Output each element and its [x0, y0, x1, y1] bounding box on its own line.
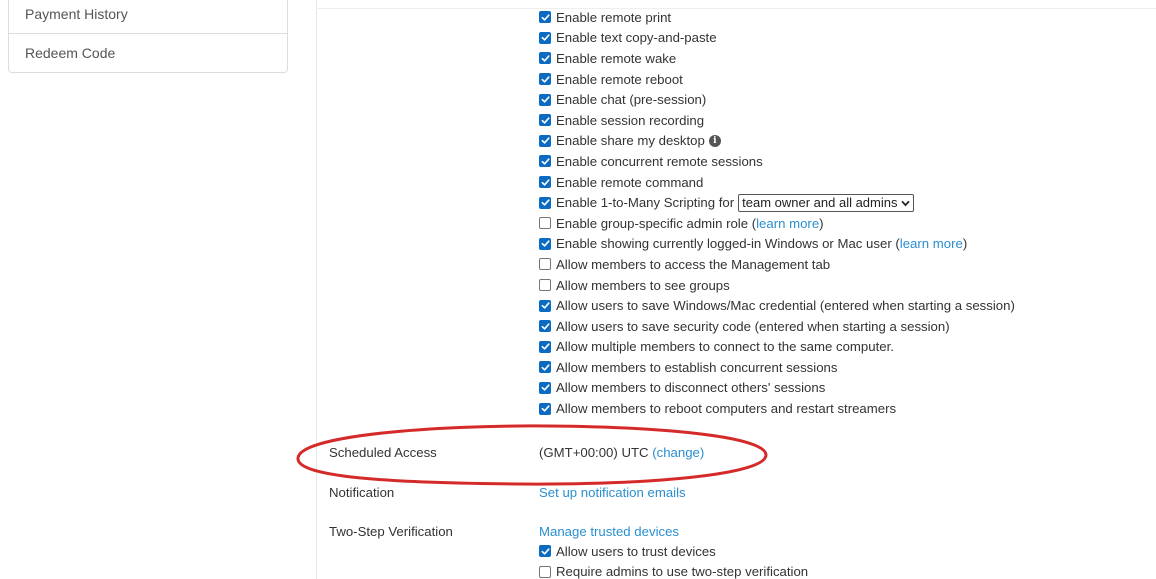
option-label: Enable concurrent remote sessions: [556, 153, 763, 169]
option-checkbox[interactable]: [539, 299, 551, 312]
scheduled-access-label: Scheduled Access: [329, 445, 437, 460]
option-label: Require admins to use two-step verificat…: [556, 564, 809, 579]
option-allow-members-to-reboot-computers-and-restart-st: Allow members to reboot computers and re…: [539, 398, 1015, 419]
option-allow-users-to-save-security-code-entered-when-s: Allow users to save security code (enter…: [539, 316, 1015, 337]
paren-open: (: [748, 215, 757, 231]
content-divider: [316, 0, 317, 579]
option-allow-users-to-trust-devices: Allow users to trust devices: [539, 541, 808, 562]
option-label: Allow members to reboot computers and re…: [556, 401, 897, 417]
option-checkbox[interactable]: [539, 237, 551, 250]
option-enable-chat-pre-session: Enable chat (pre-session): [539, 89, 1015, 110]
option-label: Enable remote wake: [556, 50, 677, 66]
option-enable-remote-wake: Enable remote wake: [539, 48, 1015, 69]
option-enable-session-recording: Enable session recording: [539, 110, 1015, 131]
option-checkbox[interactable]: [539, 73, 551, 86]
option-checkbox[interactable]: [539, 114, 551, 127]
option-checkbox[interactable]: [539, 258, 551, 271]
two-step-options-list: Allow users to trust devices Require admi…: [539, 541, 808, 579]
option-checkbox[interactable]: [539, 52, 551, 65]
option-label: Enable text copy-and-paste: [556, 30, 717, 46]
option-checkbox[interactable]: [539, 31, 551, 44]
option-enable-showing-currently-logged-in-windows-or-ma: Enable showing currently logged-in Windo…: [539, 234, 1015, 255]
paren-close: ): [819, 215, 824, 231]
option-label: Allow members to establish concurrent se…: [556, 359, 838, 375]
sidebar-item-payment-history[interactable]: Payment History: [9, 0, 287, 33]
option-checkbox[interactable]: [539, 402, 551, 415]
option-checkbox[interactable]: [539, 155, 551, 168]
sidebar-item-redeem-code[interactable]: Redeem Code: [9, 33, 287, 72]
option-allow-members-to-disconnect-others-sessions: Allow members to disconnect others' sess…: [539, 378, 1015, 399]
setup-notification-emails-link[interactable]: Set up notification emails: [539, 485, 686, 500]
option-require-admins-to-use-two-step-verification: Require admins to use two-step verificat…: [539, 562, 808, 579]
option-checkbox[interactable]: [539, 340, 551, 353]
option-allow-members-to-access-the-management-tab: Allow members to access the Management t…: [539, 254, 1015, 275]
option-enable-remote-reboot: Enable remote reboot: [539, 69, 1015, 90]
option-allow-users-to-save-windows-mac-credential-enter: Allow users to save Windows/Mac credenti…: [539, 295, 1015, 316]
option-label: Enable session recording: [556, 112, 705, 128]
option-label: Allow users to trust devices: [556, 543, 716, 559]
info-icon[interactable]: i: [708, 134, 721, 147]
sidebar: Payment History Redeem Code: [8, 0, 288, 73]
option-checkbox[interactable]: [539, 93, 551, 106]
option-enable-group-specific-admin-role: Enable group-specific admin role (learn …: [539, 213, 1015, 234]
option-label: Allow members to access the Management t…: [556, 256, 831, 272]
option-label: Allow users to save Windows/Mac credenti…: [556, 298, 1015, 314]
option-checkbox[interactable]: [539, 361, 551, 374]
option-label: Allow members to disconnect others' sess…: [556, 380, 826, 396]
manage-trusted-devices-link[interactable]: Manage trusted devices: [539, 524, 679, 539]
option-label: Enable remote reboot: [556, 71, 683, 87]
two-step-verification-label: Two-Step Verification: [329, 524, 453, 539]
option-label: Enable remote command: [556, 174, 704, 190]
option-label: Enable share my desktop: [556, 133, 705, 149]
option-checkbox[interactable]: [539, 279, 551, 292]
option-enable-remote-command: Enable remote command: [539, 172, 1015, 193]
learn-more-link[interactable]: learn more: [756, 216, 819, 231]
option-allow-multiple-members-to-connect-to-the-same-co: Allow multiple members to connect to the…: [539, 337, 1015, 358]
option-checkbox[interactable]: [539, 545, 551, 558]
option-allow-members-to-see-groups: Allow members to see groups: [539, 275, 1015, 296]
option-label: Enable group-specific admin role: [556, 215, 749, 231]
option-label: Allow multiple members to connect to the…: [556, 339, 894, 355]
chevron-down-icon: [901, 195, 911, 210]
change-timezone-link[interactable]: (change): [652, 445, 704, 460]
option-checkbox[interactable]: [539, 196, 551, 209]
option-label: Enable remote print: [556, 9, 672, 25]
option-enable-text-copy-and-paste: Enable text copy-and-paste: [539, 28, 1015, 49]
timezone-value: (GMT+00:00) UTC: [539, 445, 649, 460]
paren-open: (: [891, 236, 900, 252]
option-label: Allow members to see groups: [556, 277, 730, 293]
option-checkbox[interactable]: [539, 134, 551, 147]
scripting-scope-select[interactable]: team owner and all admins: [738, 193, 915, 212]
option-checkbox[interactable]: [539, 320, 551, 333]
option-label: Enable 1-to-Many Scripting for: [556, 195, 735, 211]
learn-more-link[interactable]: learn more: [900, 236, 963, 251]
option-enable-share-my-desktop: Enable share my desktop i: [539, 131, 1015, 152]
option-enable-remote-print: Enable remote print: [539, 7, 1015, 28]
option-checkbox[interactable]: [539, 565, 551, 578]
option-label: Enable showing currently logged-in Windo…: [556, 236, 892, 252]
option-checkbox[interactable]: [539, 11, 551, 24]
scheduled-access-value: (GMT+00:00) UTC (change): [539, 445, 704, 460]
option-checkbox[interactable]: [539, 381, 551, 394]
option-enable-concurrent-remote-sessions: Enable concurrent remote sessions: [539, 151, 1015, 172]
option-checkbox[interactable]: [539, 217, 551, 230]
option-label: Enable chat (pre-session): [556, 92, 707, 108]
notification-label: Notification: [329, 485, 395, 500]
option-checkbox[interactable]: [539, 176, 551, 189]
option-allow-members-to-establish-concurrent-sessions: Allow members to establish concurrent se…: [539, 357, 1015, 378]
select-value: team owner and all admins: [742, 195, 898, 211]
option-enable-1-to-many-scripting-for: Enable 1-to-Many Scripting for team owner…: [539, 192, 1015, 213]
permission-options-list: Enable remote print Enable text copy-and-…: [539, 7, 1015, 419]
paren-close: ): [962, 236, 968, 252]
option-label: Allow users to save security code (enter…: [556, 318, 950, 334]
two-step-verification-value: Manage trusted devices: [539, 524, 679, 539]
notification-value: Set up notification emails: [539, 485, 686, 500]
